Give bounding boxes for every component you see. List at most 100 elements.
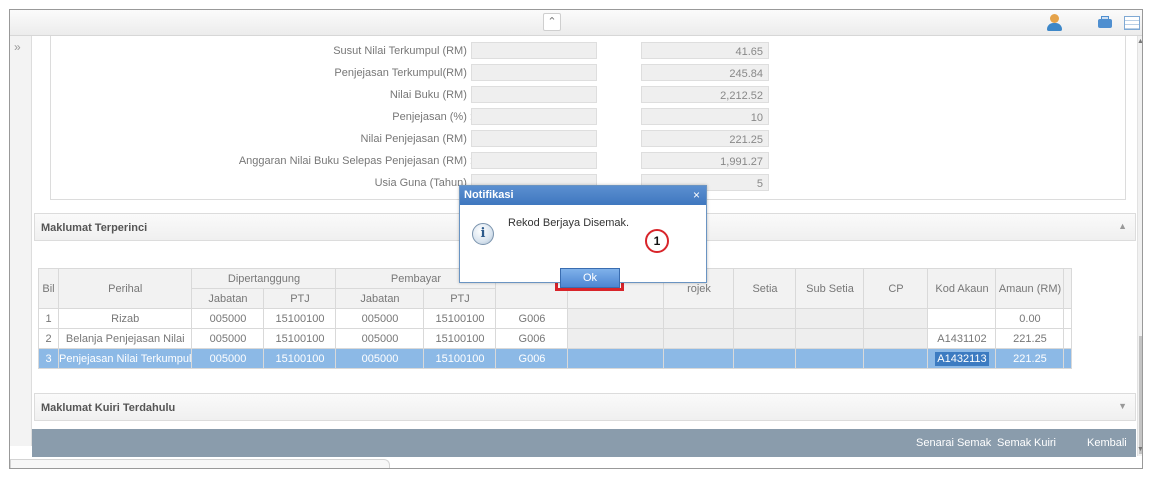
cell-code: G006 <box>495 308 569 329</box>
cell-empty <box>795 348 865 369</box>
top-toolbar: ⌃ <box>10 10 1142 36</box>
chevron-down-icon[interactable]: ▼ <box>1118 401 1127 411</box>
cell-kod-akaun: A1431102 <box>927 328 997 349</box>
cell-perihal: Belanja Penjejasan Nilai <box>57 328 193 349</box>
cell-amaun: 0.00 <box>995 308 1065 329</box>
dialog-title: Notifikasi <box>464 189 514 201</box>
cell-kod-akaun: A1432113 <box>927 348 997 369</box>
cell-bil: 2 <box>38 328 59 349</box>
cell-kod-akaun <box>927 308 997 329</box>
dialog-message: Rekod Berjaya Disemak. <box>508 217 630 229</box>
cell-empty <box>567 328 665 349</box>
cell-perihal: Rizab <box>57 308 193 329</box>
cell-ptj: 15100100 <box>423 308 497 329</box>
cell-empty <box>663 308 735 329</box>
cell-bil: 3 <box>38 348 59 369</box>
section-title: Maklumat Terperinci <box>41 222 148 234</box>
collapse-header-icon[interactable]: ⌃ <box>543 13 561 31</box>
field-label: Susut Nilai Terkumpul (RM) : <box>333 45 473 57</box>
kuiri-button[interactable]: Kuiri <box>1034 437 1056 449</box>
cell-empty <box>567 308 665 329</box>
field-label: Penjejasan (%) : <box>392 111 473 123</box>
header-perihal: Perihal <box>57 268 193 309</box>
cell-ptj: 15100100 <box>263 348 337 369</box>
user-profile-icon[interactable] <box>1045 13 1065 33</box>
field-value: 2,212.52 <box>641 86 769 103</box>
field-row: Penjejasan (%) : 10 <box>51 107 1127 127</box>
field-label: Penjejasan Terkumpul(RM) : <box>334 67 473 79</box>
cell-empty <box>567 348 665 369</box>
field-label: Nilai Buku (RM) : <box>389 89 473 101</box>
section-header-kuiri[interactable]: Maklumat Kuiri Terdahulu ▼ <box>34 393 1136 421</box>
table-row[interactable]: 1 Rizab 005000 15100100 005000 15100100 … <box>38 308 1073 329</box>
header-bil: Bil <box>38 268 59 309</box>
cell-ptj: 15100100 <box>263 328 337 349</box>
cell-perihal: Penjejasan Nilai Terkumpul <box>57 348 193 369</box>
ok-button[interactable]: Ok <box>560 268 620 288</box>
cell-code: G006 <box>495 328 569 349</box>
header-amaun: Amaun (RM) <box>995 268 1065 309</box>
cell-jabatan: 005000 <box>191 348 265 369</box>
field-input-blank <box>471 86 597 103</box>
field-input-blank <box>471 108 597 125</box>
field-input-blank <box>471 152 597 169</box>
header-setia: Setia <box>733 268 797 309</box>
header-ptj: PTJ <box>423 288 497 309</box>
field-row: Nilai Buku (RM) : 2,212.52 <box>51 85 1127 105</box>
cell-empty <box>1063 328 1073 349</box>
cell-empty <box>863 308 929 329</box>
header-ptj: PTJ <box>263 288 337 309</box>
step-number-badge: 1 <box>645 229 669 253</box>
asset-value-panel: Susut Nilai Terkumpul (RM) : 41.65 Penje… <box>50 36 1126 200</box>
field-value: 245.84 <box>641 64 769 81</box>
chevron-up-icon[interactable]: ▲ <box>1118 221 1127 231</box>
field-input-blank <box>471 130 597 147</box>
cell-empty <box>863 348 929 369</box>
header-cp: CP <box>863 268 929 309</box>
table-view-icon[interactable] <box>1122 13 1142 33</box>
cell-bil: 1 <box>38 308 59 329</box>
senarai-semak-button[interactable]: Senarai Semak <box>916 437 991 449</box>
header-jabatan: Jabatan <box>335 288 425 309</box>
cell-empty <box>1063 308 1073 329</box>
cell-empty <box>863 328 929 349</box>
cell-amaun: 221.25 <box>995 328 1065 349</box>
cell-empty <box>1063 348 1073 369</box>
field-label: Anggaran Nilai Buku Selepas Penjejasan (… <box>238 155 473 167</box>
field-row: Anggaran Nilai Buku Selepas Penjejasan (… <box>51 151 1127 171</box>
cell-code: G006 <box>495 348 569 369</box>
kembali-button[interactable]: Kembali <box>1087 437 1127 449</box>
cell-amaun: 221.25 <box>995 348 1065 369</box>
field-value: 10 <box>641 108 769 125</box>
collapsed-sidebar: » <box>10 36 32 446</box>
kod-akaun-highlight: A1432113 <box>935 351 989 366</box>
close-icon[interactable]: × <box>693 188 700 202</box>
field-row: Susut Nilai Terkumpul (RM) : 41.65 <box>51 41 1127 61</box>
vertical-scrollbar[interactable]: ▲ ▼ <box>1137 36 1142 456</box>
cell-jabatan: 005000 <box>335 348 425 369</box>
field-row: Nilai Penjejasan (RM) : 221.25 <box>51 129 1127 149</box>
dialog-header: Notifikasi × <box>460 186 706 205</box>
cell-jabatan: 005000 <box>335 328 425 349</box>
app-frame: ⌃ » ▲ ▼ Susut Nilai Terkumpul (RM) : 41.… <box>9 9 1143 469</box>
section-title: Maklumat Kuiri Terdahulu <box>41 402 176 414</box>
cell-ptj: 15100100 <box>263 308 337 329</box>
cell-empty <box>663 328 735 349</box>
scrollbar-thumb[interactable] <box>1139 336 1142 454</box>
field-value: 1,991.27 <box>641 152 769 169</box>
cell-empty <box>795 328 865 349</box>
cell-ptj: 15100100 <box>423 348 497 369</box>
scroll-down-icon[interactable]: ▼ <box>1137 446 1142 453</box>
table-row-selected[interactable]: 3 Penjejasan Nilai Terkumpul 005000 1510… <box>38 348 1073 369</box>
expand-sidebar-icon[interactable]: » <box>14 40 21 54</box>
cell-empty <box>733 348 797 369</box>
semak-button[interactable]: Semak <box>997 437 1031 449</box>
table-row[interactable]: 2 Belanja Penjejasan Nilai 005000 151001… <box>38 328 1073 349</box>
cell-jabatan: 005000 <box>191 328 265 349</box>
print-icon[interactable] <box>1095 13 1115 33</box>
cell-empty <box>733 308 797 329</box>
scroll-up-icon[interactable]: ▲ <box>1137 38 1142 45</box>
field-input-blank <box>471 64 597 81</box>
field-input-blank <box>471 42 597 59</box>
cell-empty <box>795 308 865 329</box>
